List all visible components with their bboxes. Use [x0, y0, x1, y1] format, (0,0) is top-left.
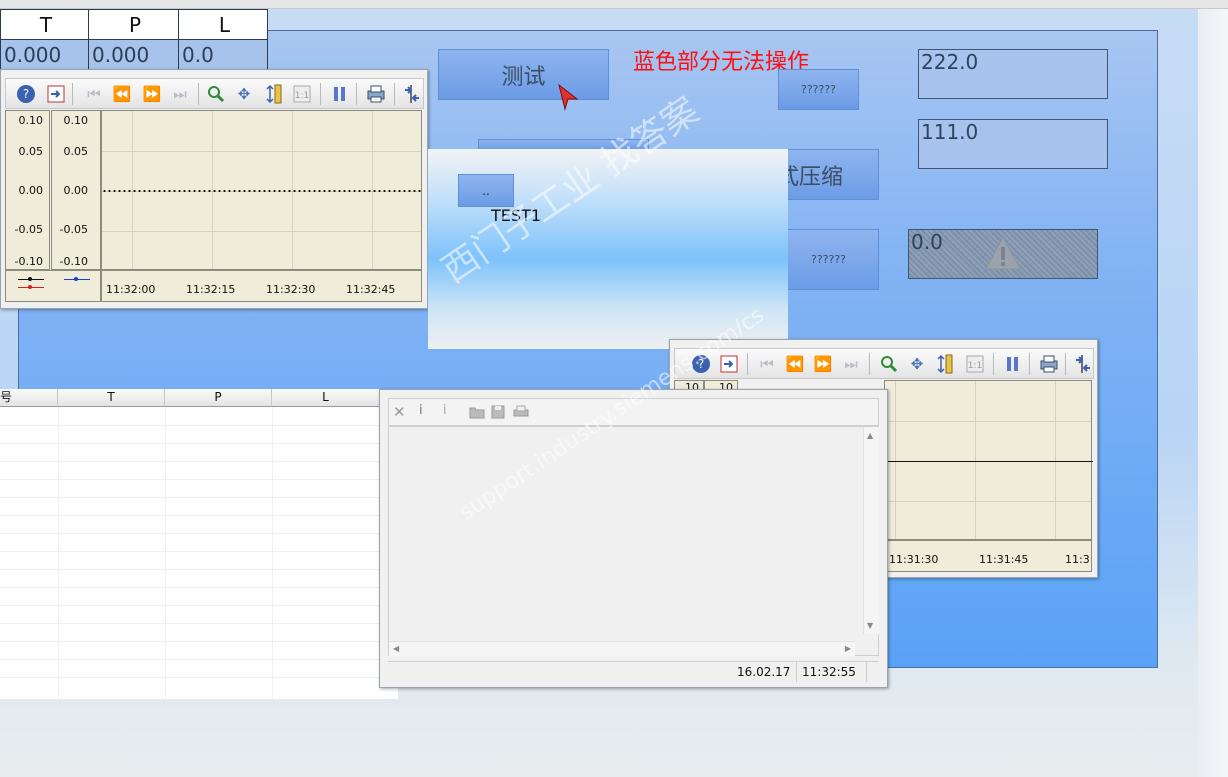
- scale-icon[interactable]: 1:1: [292, 84, 312, 104]
- ruler-icon[interactable]: [264, 84, 284, 104]
- trend1-y-tick: -0.05: [14, 223, 43, 236]
- trend2-toolbar: ? ⏮ ⏪ ⏩ ⏭ ✥ 1:1: [674, 348, 1094, 379]
- scroll-left-icon[interactable]: ◀: [393, 644, 399, 653]
- io-field-1[interactable]: 222.0: [918, 49, 1108, 99]
- status-date: 16.02.17: [737, 665, 791, 679]
- printer-icon[interactable]: [513, 404, 529, 423]
- trend2-x-tick: 11:31:45: [979, 553, 1029, 566]
- trend1-y-tick: -0.10: [59, 255, 88, 268]
- unknown-button-2[interactable]: ??????: [778, 229, 879, 290]
- trend1-y-tick: 0.05: [18, 145, 44, 158]
- ruler-icon[interactable]: [935, 354, 955, 374]
- move-icon[interactable]: ✥: [234, 84, 254, 104]
- config-icon[interactable]: [46, 84, 66, 104]
- trend2-series-line: [885, 461, 1093, 462]
- table-header-l[interactable]: L: [272, 389, 380, 407]
- move-icon[interactable]: ✥: [907, 354, 927, 374]
- trend1-toolbar: ? ⏮ ⏪ ⏩ ⏭ ✥ 1:1: [5, 78, 424, 109]
- trend1-x-tick: 11:32:00: [106, 283, 156, 296]
- print-icon[interactable]: [1039, 354, 1059, 374]
- trend1-series-line: [102, 190, 422, 192]
- table-header-p[interactable]: P: [165, 389, 272, 407]
- status-time: 11:32:55: [802, 665, 856, 679]
- prev-icon[interactable]: ⏪: [112, 84, 132, 104]
- info-disabled-icon[interactable]: ⅰ: [443, 403, 447, 418]
- top-table-value-p[interactable]: 0.000: [88, 39, 179, 70]
- first-icon[interactable]: ⏮: [757, 354, 777, 374]
- svg-text:?: ?: [23, 87, 29, 101]
- trend2-plot-area[interactable]: [884, 380, 1093, 540]
- mouse-cursor-icon: [558, 83, 579, 111]
- scale-icon[interactable]: 1:1: [965, 354, 985, 374]
- trend1-y-axis-right: 0.10 0.05 0.00 -0.05 -0.10: [51, 110, 101, 270]
- last-icon[interactable]: ⏭: [841, 354, 861, 374]
- zoom-icon[interactable]: [879, 354, 899, 374]
- trend1-y-axis-left: 0.10 0.05 0.00 -0.05 -0.10: [5, 110, 50, 270]
- trend1-y-tick: -0.10: [14, 255, 43, 268]
- alarm-list[interactable]: [388, 426, 879, 656]
- export-icon[interactable]: [1073, 354, 1093, 374]
- trend1-x-tick: 11:32:15: [186, 283, 236, 296]
- top-table-header-t: T: [0, 9, 89, 40]
- next-icon[interactable]: ⏩: [142, 84, 162, 104]
- trend1-y-tick: -0.05: [59, 223, 88, 236]
- trend1-y-tick: 0.05: [63, 145, 89, 158]
- info-icon[interactable]: ⅰ: [419, 403, 423, 418]
- trend1-y-tick: 0.00: [63, 184, 89, 197]
- svg-text:1:1: 1:1: [295, 91, 309, 101]
- next-icon[interactable]: ⏩: [813, 354, 833, 374]
- config-icon[interactable]: [719, 354, 739, 374]
- unknown-button-1[interactable]: ??????: [778, 69, 859, 110]
- alarm-horizontal-scrollbar[interactable]: ◀ ▶: [389, 641, 855, 657]
- pause-icon[interactable]: [1003, 354, 1023, 374]
- trend1-legend: [5, 270, 101, 302]
- io-field-2[interactable]: 111.0: [918, 119, 1108, 169]
- data-table: 号 T P L: [0, 389, 398, 699]
- top-table-value-t[interactable]: 0.000: [0, 39, 89, 70]
- warning-icon: [985, 235, 1021, 270]
- trend2-x-tick: 11:31:30: [889, 553, 939, 566]
- open-icon[interactable]: [469, 404, 485, 423]
- help-icon[interactable]: ?: [16, 84, 36, 104]
- top-table-header-p: P: [88, 9, 179, 40]
- trend-view-1: ? ⏮ ⏪ ⏩ ⏭ ✥ 1:1 0.10 0.05 0.00 -0.05 -0.…: [0, 69, 428, 309]
- trend1-x-axis: 11:32:00 11:32:15 11:32:30 11:32:45: [101, 270, 422, 302]
- trend1-x-tick: 11:32:30: [266, 283, 316, 296]
- svg-text:1:1: 1:1: [968, 361, 982, 371]
- trend1-y-tick: 0.10: [18, 114, 44, 127]
- window-titlebar: [0, 0, 1228, 9]
- print-icon[interactable]: [366, 84, 386, 104]
- trend2-x-axis: 11:31:30 11:31:45 11:3: [884, 540, 1092, 572]
- trend1-plot-area[interactable]: [101, 110, 422, 270]
- close-icon[interactable]: ✕: [393, 403, 406, 421]
- save-icon[interactable]: [491, 404, 505, 423]
- prev-icon[interactable]: ⏪: [785, 354, 805, 374]
- trend1-y-tick: 0.10: [63, 114, 89, 127]
- zoom-icon[interactable]: [206, 84, 226, 104]
- top-value-table: T P L 0.000 0.000 0.0: [0, 9, 268, 70]
- test-button[interactable]: 测试: [438, 49, 609, 100]
- top-table-header-l: L: [178, 9, 268, 40]
- trend2-x-tick: 11:3: [1065, 553, 1090, 566]
- last-icon[interactable]: ⏭: [170, 84, 190, 104]
- pause-icon[interactable]: [330, 84, 350, 104]
- alarm-vertical-scrollbar[interactable]: ▲ ▼: [863, 427, 879, 634]
- table-header-index[interactable]: 号: [0, 389, 58, 407]
- alarm-status-bar: 16.02.17 11:32:55: [388, 661, 879, 682]
- top-table-value-l[interactable]: 0.0: [178, 39, 268, 70]
- page-right-strip: [1198, 9, 1228, 777]
- scroll-right-icon[interactable]: ▶: [845, 644, 851, 653]
- alarm-view: ✕ ⅰ ⅰ ▲ ▼ ◀ ▶ 16.02.17 11:32:55: [379, 389, 888, 688]
- first-icon[interactable]: ⏮: [84, 84, 104, 104]
- table-header-t[interactable]: T: [58, 389, 165, 407]
- export-icon[interactable]: [402, 84, 422, 104]
- trend1-x-tick: 11:32:45: [346, 283, 396, 296]
- scroll-up-icon[interactable]: ▲: [867, 431, 873, 440]
- trend1-y-tick: 0.00: [18, 184, 44, 197]
- scroll-down-icon[interactable]: ▼: [867, 621, 873, 630]
